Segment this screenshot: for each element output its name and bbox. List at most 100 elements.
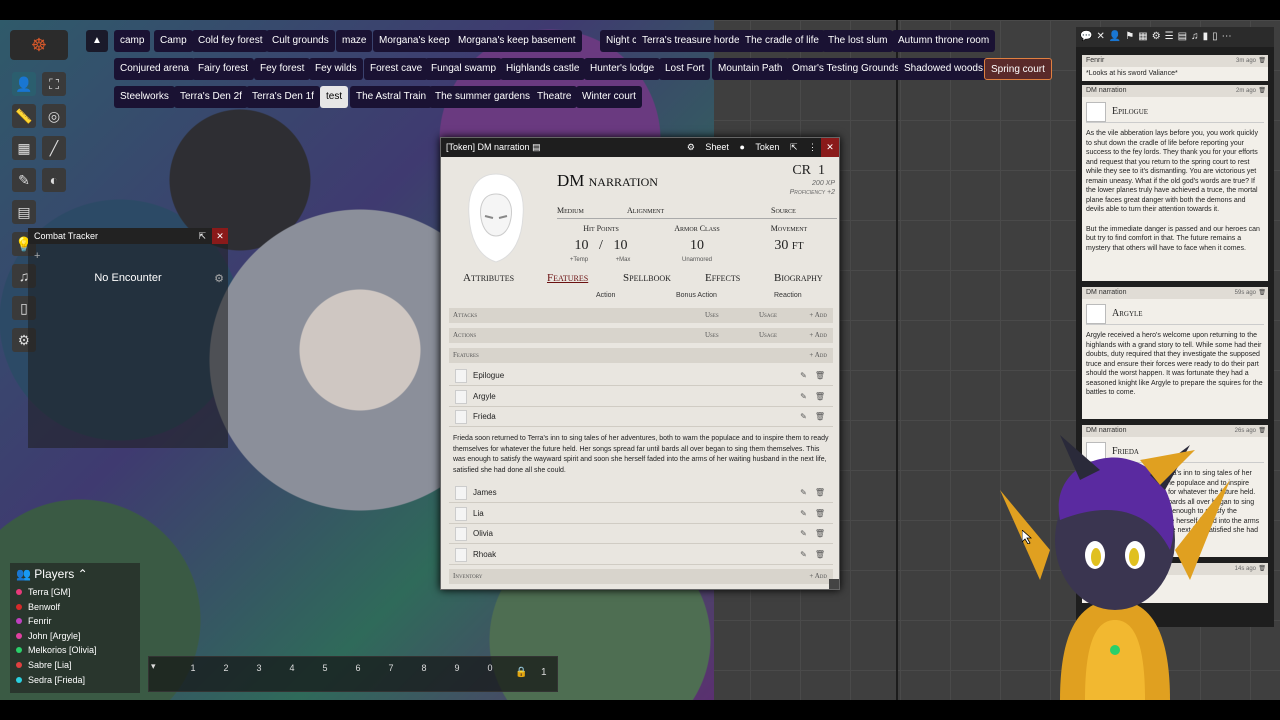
- filter-reaction[interactable]: Reaction: [774, 292, 802, 299]
- edit-icon[interactable]: ✎: [800, 529, 807, 538]
- palette-icon[interactable]: ◐: [42, 168, 66, 192]
- delete-message-icon[interactable]: 🗑: [1258, 563, 1266, 575]
- scene-button[interactable]: Hunter's lodge: [584, 58, 661, 80]
- feature-item[interactable]: Epilogue ✎ 🗑: [449, 366, 833, 386]
- macro-slot[interactable]: 5: [311, 661, 339, 689]
- popout-icon[interactable]: ⇱: [790, 142, 798, 152]
- tab-features[interactable]: Features: [547, 272, 588, 284]
- feature-item[interactable]: Argyle ✎ 🗑: [449, 387, 833, 407]
- scene-button[interactable]: Morgana's keep basement: [452, 30, 582, 52]
- macro-slot[interactable]: 7: [377, 661, 405, 689]
- scene-button[interactable]: Omar's Testing Grounds: [786, 58, 906, 80]
- feature-name[interactable]: Frieda: [473, 412, 496, 421]
- tab-effects[interactable]: Effects: [705, 272, 740, 284]
- challenge-rating[interactable]: CR 1: [792, 163, 825, 179]
- sidebar-tabs[interactable]: 💬✕👤⚑▦⚙☰▤♫▮▯⋯: [1076, 27, 1274, 47]
- movement-value[interactable]: 30 ft: [749, 238, 829, 254]
- hotbar-menu-icon[interactable]: ▾: [151, 661, 156, 672]
- delete-message-icon[interactable]: 🗑: [1258, 425, 1266, 437]
- more-options-icon[interactable]: ⋮: [808, 142, 817, 152]
- delete-message-icon[interactable]: 🗑: [1258, 55, 1266, 67]
- scene-button[interactable]: Shadowed woods: [898, 58, 989, 80]
- scene-button[interactable]: The Astral Train: [350, 86, 433, 108]
- edit-icon[interactable]: ✎: [800, 371, 807, 380]
- macro-slot[interactable]: 4: [278, 661, 306, 689]
- actor-portrait[interactable]: [455, 166, 537, 266]
- macro-slot[interactable]: 9: [443, 661, 471, 689]
- feature-name[interactable]: Argyle: [473, 392, 496, 401]
- macro-slot[interactable]: 3: [245, 661, 273, 689]
- tab-biography[interactable]: Biography: [774, 272, 823, 284]
- walls-icon[interactable]: ▤: [12, 200, 36, 224]
- scene-button[interactable]: Highlands castle: [500, 58, 586, 80]
- filter-bonus-action[interactable]: Bonus Action: [676, 292, 717, 299]
- lock-icon[interactable]: 🔒: [515, 667, 527, 678]
- scene-button[interactable]: Conjured arena: [114, 58, 195, 80]
- item-card-title[interactable]: Epilogue: [1112, 106, 1148, 117]
- sheet-config-button[interactable]: ⚙ Sheet: [687, 142, 729, 152]
- delete-icon[interactable]: 🗑: [815, 509, 825, 518]
- delete-icon[interactable]: 🗑: [815, 412, 825, 421]
- macro-slot[interactable]: 0: [476, 661, 504, 689]
- scene-button[interactable]: test: [320, 86, 349, 108]
- scene-button[interactable]: Terra's treasure horde: [636, 30, 746, 52]
- scene-button[interactable]: maze: [336, 30, 373, 52]
- scene-button[interactable]: Fairy forest: [192, 58, 255, 80]
- delete-icon[interactable]: 🗑: [815, 488, 825, 497]
- scene-button[interactable]: Terra's Den 1f: [246, 86, 320, 108]
- feature-name[interactable]: Lia: [473, 509, 484, 518]
- edit-icon[interactable]: ✎: [800, 550, 807, 559]
- scene-button[interactable]: Terra's Den 2f: [174, 86, 248, 108]
- copy-id-icon[interactable]: ▤: [532, 142, 541, 152]
- close-icon[interactable]: ✕: [212, 228, 228, 244]
- scene-button[interactable]: Cult grounds: [266, 30, 335, 52]
- feature-name[interactable]: James: [473, 488, 497, 497]
- target-icon[interactable]: ◎: [42, 104, 66, 128]
- scene-button[interactable]: The summer gardens: [429, 86, 537, 108]
- scene-button[interactable]: Fey forest: [254, 58, 311, 80]
- ruler-icon[interactable]: ╱: [42, 136, 66, 160]
- add-feature-button[interactable]: + Add: [809, 348, 827, 363]
- delete-message-icon[interactable]: 🗑: [1258, 287, 1266, 299]
- scene-button[interactable]: Winter court: [576, 86, 642, 108]
- hp-tempmax[interactable]: +Max: [609, 257, 637, 263]
- foundry-logo-icon[interactable]: ☸: [10, 30, 68, 60]
- token-controls-icon[interactable]: 👤: [12, 72, 36, 96]
- select-targets-icon[interactable]: ⛶: [42, 72, 66, 96]
- chevron-up-icon[interactable]: ⌃: [78, 567, 88, 581]
- resize-handle[interactable]: [829, 579, 839, 589]
- scene-button[interactable]: Mountain Path: [712, 58, 789, 80]
- scene-button[interactable]: The cradle of life: [739, 30, 825, 52]
- add-attack-button[interactable]: + Add: [809, 308, 827, 323]
- edit-icon[interactable]: ✎: [800, 488, 807, 497]
- scene-button[interactable]: Autumn throne room: [892, 30, 996, 52]
- edit-icon[interactable]: ✎: [800, 412, 807, 421]
- scene-nav-collapse-icon[interactable]: ▲: [86, 30, 108, 52]
- token-config-button[interactable]: ● Token: [739, 142, 779, 152]
- feature-name[interactable]: Rhoak: [473, 550, 496, 559]
- scene-button[interactable]: Fungal swamp: [425, 58, 503, 80]
- feature-item[interactable]: Lia ✎ 🗑: [449, 504, 833, 524]
- delete-icon[interactable]: 🗑: [815, 371, 825, 380]
- add-item-button[interactable]: + Add: [809, 569, 827, 584]
- close-icon[interactable]: ✕: [821, 138, 839, 157]
- scene-button[interactable]: Forest cave: [364, 58, 429, 80]
- delete-message-icon[interactable]: 🗑: [1258, 85, 1266, 97]
- macro-slot[interactable]: 6: [344, 661, 372, 689]
- edit-icon[interactable]: ✎: [800, 509, 807, 518]
- alignment-field[interactable]: Alignment: [627, 206, 664, 215]
- tab-spellbook[interactable]: Spellbook: [623, 272, 671, 284]
- ac-value[interactable]: 10: [657, 238, 737, 254]
- feature-name[interactable]: Epilogue: [473, 371, 504, 380]
- scene-button[interactable]: The lost slum: [822, 30, 894, 52]
- delete-icon[interactable]: 🗑: [815, 529, 825, 538]
- measure-icon[interactable]: 📏: [12, 104, 36, 128]
- macro-slot[interactable]: 8: [410, 661, 438, 689]
- macro-slot[interactable]: 1: [179, 661, 207, 689]
- feature-name[interactable]: Olivia: [473, 529, 493, 538]
- actor-name[interactable]: DM narration: [557, 171, 658, 191]
- size-select[interactable]: Medium: [557, 206, 584, 215]
- delete-icon[interactable]: 🗑: [815, 392, 825, 401]
- scene-button[interactable]: Fey wilds: [309, 58, 363, 80]
- scene-button[interactable]: Theatre: [531, 86, 578, 108]
